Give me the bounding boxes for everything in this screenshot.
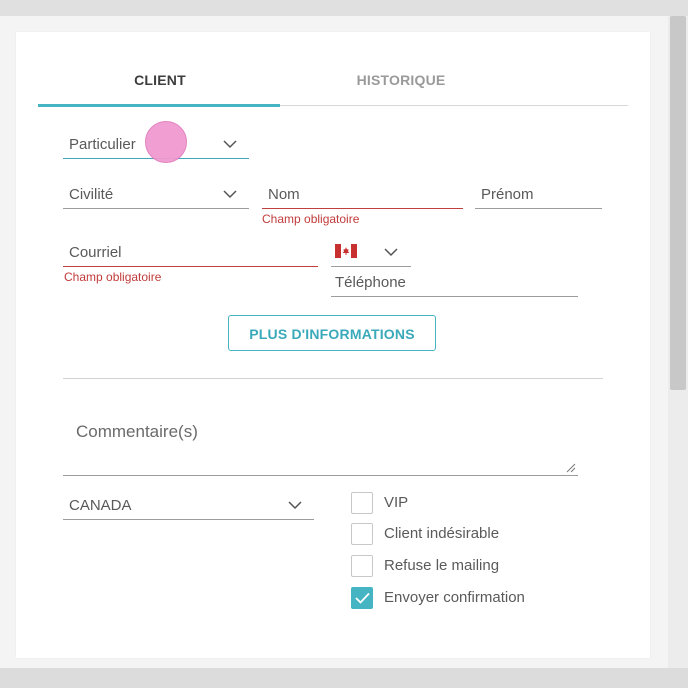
courriel-placeholder: Courriel (69, 244, 122, 261)
courriel-input[interactable]: Courriel (63, 236, 318, 267)
prenom-input[interactable]: Prénom (475, 178, 602, 209)
prenom-placeholder: Prénom (481, 186, 534, 203)
telephone-placeholder: Téléphone (335, 274, 406, 291)
chevron-down-icon (223, 190, 237, 199)
comments-placeholder: Commentaire(s) (76, 422, 198, 441)
send-confirmation-checkbox[interactable] (351, 587, 373, 609)
courriel-underline (63, 266, 318, 267)
send-confirmation-label: Envoyer confirmation (384, 589, 525, 606)
phone-country-select[interactable] (331, 238, 411, 267)
nom-error-message: Champ obligatoire (262, 212, 360, 226)
telephone-underline (331, 296, 578, 297)
undesirable-client-label: Client indésirable (384, 525, 500, 542)
checkmark-icon (355, 592, 370, 604)
nom-underline (262, 208, 463, 209)
tab-historique[interactable]: HISTORIQUE (281, 56, 521, 104)
country-select[interactable]: CANADA (63, 489, 314, 520)
refuse-mailing-checkbox[interactable] (351, 555, 373, 577)
undesirable-client-checkbox[interactable] (351, 523, 373, 545)
section-divider (63, 378, 603, 379)
more-information-button[interactable]: PLUS D'INFORMATIONS (228, 315, 436, 351)
country-value: CANADA (69, 497, 132, 514)
canada-flag-icon (335, 244, 357, 258)
resize-grip-icon[interactable] (566, 463, 576, 473)
civilite-underline (63, 208, 249, 209)
prenom-underline (475, 208, 602, 209)
vip-checkbox[interactable] (351, 492, 373, 514)
country-underline (63, 519, 314, 520)
civilite-select[interactable]: Civilité (63, 178, 249, 209)
active-tab-indicator (38, 104, 280, 107)
chevron-down-icon (384, 248, 398, 257)
tab-client[interactable]: CLIENT (40, 56, 280, 104)
civilite-placeholder: Civilité (69, 186, 114, 203)
bottom-bar (0, 668, 688, 688)
nom-input[interactable]: Nom (262, 178, 463, 209)
scrollbar-thumb[interactable] (670, 16, 686, 390)
refuse-mailing-label: Refuse le mailing (384, 557, 500, 574)
comments-textarea[interactable]: Commentaire(s) (63, 404, 578, 476)
courriel-error-message: Champ obligatoire (64, 270, 162, 284)
cursor-indicator (145, 121, 187, 163)
client-type-value: Particulier (69, 136, 136, 153)
nom-placeholder: Nom (268, 186, 300, 203)
vip-label: VIP (384, 494, 409, 511)
telephone-input[interactable]: Téléphone (331, 267, 578, 297)
top-bar (0, 0, 688, 16)
chevron-down-icon (288, 501, 302, 510)
chevron-down-icon (223, 140, 237, 149)
